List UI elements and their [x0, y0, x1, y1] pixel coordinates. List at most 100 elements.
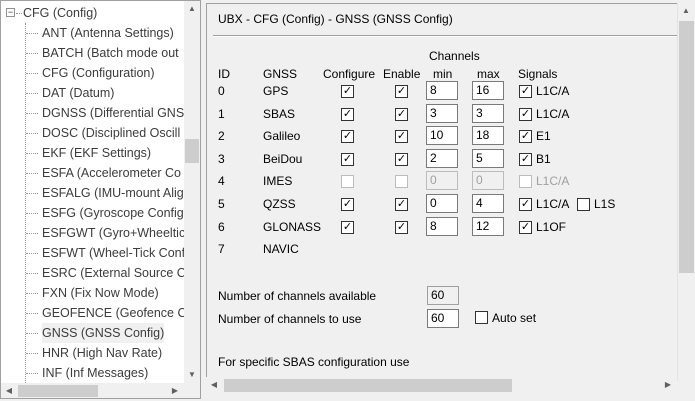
- tree-item-label: HNR (High Nav Rate): [42, 346, 163, 360]
- channels-max-field[interactable]: 4: [472, 194, 504, 213]
- tree-item-label: ESRC (External Source C: [42, 266, 186, 280]
- header-enable: Enable: [383, 67, 421, 81]
- row-gnss-name: Galileo: [263, 129, 301, 143]
- tree-vertical-scrollbar[interactable]: ▲ ▼: [184, 1, 200, 383]
- header-configure: Configure: [323, 67, 376, 81]
- message-tree[interactable]: − CFG (Config) ANT (Antenna Settings) BAT…: [0, 0, 201, 399]
- row-id: 7: [218, 242, 225, 256]
- tree-item-label: GEOFENCE (Geofence Co: [42, 306, 194, 320]
- configure-checkbox[interactable]: ✓: [341, 108, 354, 121]
- signal-checkbox[interactable]: ✓: [519, 153, 532, 166]
- signal-label: L1C/A: [536, 174, 570, 188]
- tree-item[interactable]: CFG (Configuration): [1, 63, 183, 83]
- tree-item[interactable]: HNR (High Nav Rate): [1, 343, 183, 363]
- scroll-left-arrow-icon[interactable]: ◀: [1, 383, 17, 398]
- channels-to-use-field[interactable]: 60: [427, 309, 459, 328]
- panel-hscroll-thumb[interactable]: [224, 379, 512, 392]
- signal-checkbox[interactable]: ✓: [519, 130, 532, 143]
- tree-horizontal-scrollbar[interactable]: ◀ ▶: [1, 383, 200, 398]
- signal-checkbox[interactable]: [577, 198, 590, 211]
- scroll-right-arrow-icon[interactable]: ▶: [660, 377, 676, 393]
- tree-item[interactable]: EKF (EKF Settings): [1, 143, 183, 163]
- tree-item-label: DOSC (Disciplined Oscill: [42, 126, 181, 140]
- tree-item-label: BATCH (Batch mode out: [42, 46, 179, 60]
- tree-collapse-icon[interactable]: −: [6, 8, 15, 17]
- scroll-left-arrow-icon[interactable]: ◀: [206, 377, 222, 393]
- configure-checkbox[interactable]: [341, 175, 354, 188]
- tree-item-label: DGNSS (Differential GNS: [42, 106, 185, 120]
- signal-checkbox[interactable]: [519, 175, 532, 188]
- tree-item[interactable]: FXN (Fix Now Mode): [1, 283, 183, 303]
- tree-hscroll-thumb[interactable]: [18, 385, 98, 397]
- tree-item[interactable]: ESRC (External Source C: [1, 263, 186, 283]
- enable-checkbox[interactable]: ✓: [395, 153, 408, 166]
- enable-checkbox[interactable]: ✓: [395, 221, 408, 234]
- tree-item[interactable]: ESFALG (IMU-mount Alig: [1, 183, 184, 203]
- configure-checkbox[interactable]: ✓: [341, 198, 354, 211]
- enable-checkbox[interactable]: [395, 175, 408, 188]
- tree-item-label: EKF (EKF Settings): [42, 146, 152, 160]
- channels-max-field[interactable]: 12: [472, 217, 504, 236]
- panel-scroll-thumb[interactable]: [679, 21, 694, 273]
- channels-min-field[interactable]: 8: [426, 81, 458, 100]
- channels-max-field[interactable]: 0: [472, 171, 504, 190]
- signal-label: L1OF: [536, 220, 567, 234]
- configure-checkbox[interactable]: ✓: [341, 85, 354, 98]
- configure-checkbox[interactable]: ✓: [341, 130, 354, 143]
- tree-item[interactable]: ESFG (Gyroscope Config: [1, 203, 184, 223]
- channels-max-field[interactable]: 16: [472, 81, 504, 100]
- header-min: min: [433, 67, 453, 81]
- tree-item[interactable]: ESFA (Accelerometer Co: [1, 163, 183, 183]
- tree-item[interactable]: ANT (Antenna Settings): [1, 23, 183, 43]
- channels-min-field[interactable]: 3: [426, 104, 458, 123]
- channels-min-field[interactable]: 8: [426, 217, 458, 236]
- tree-item-label: ESFWT (Wheel-Tick Conf: [42, 246, 186, 260]
- tree-root-cfg[interactable]: − CFG (Config): [1, 3, 183, 23]
- tree-item[interactable]: ESFWT (Wheel-Tick Conf: [1, 243, 186, 263]
- tree-item[interactable]: BATCH (Batch mode out: [1, 43, 183, 63]
- auto-set-checkbox[interactable]: [475, 311, 488, 324]
- title-divider: [213, 35, 677, 37]
- channels-min-field[interactable]: 10: [426, 126, 458, 145]
- auto-set-label: Auto set: [492, 311, 537, 325]
- configure-checkbox[interactable]: ✓: [341, 153, 354, 166]
- enable-checkbox[interactable]: ✓: [395, 108, 408, 121]
- scroll-up-arrow-icon[interactable]: ▲: [184, 1, 200, 17]
- row-gnss-name: NAVIC: [263, 242, 299, 256]
- scroll-up-arrow-icon[interactable]: ▲: [678, 3, 694, 19]
- tree-scroll-thumb[interactable]: [185, 139, 199, 163]
- panel-vertical-scrollbar[interactable]: ▲: [677, 3, 695, 381]
- tree-item[interactable]: ESFGWT (Gyro+Wheeltic: [1, 223, 185, 243]
- row-gnss-name: QZSS: [263, 197, 296, 211]
- scroll-down-arrow-icon[interactable]: ▼: [184, 367, 200, 383]
- channels-max-field[interactable]: 5: [472, 149, 504, 168]
- tree-item[interactable]: INF (Inf Messages): [1, 363, 183, 383]
- tree-item-label: FXN (Fix Now Mode): [42, 286, 159, 300]
- signal-checkbox[interactable]: ✓: [519, 198, 532, 211]
- row-id: 2: [218, 129, 225, 143]
- configure-checkbox[interactable]: ✓: [341, 221, 354, 234]
- channels-max-field[interactable]: 18: [472, 126, 504, 145]
- tree-item[interactable]: GNSS (GNSS Config): [1, 323, 183, 343]
- tree-item-label: ESFA (Accelerometer Co: [42, 166, 181, 180]
- panel-horizontal-scrollbar[interactable]: ◀ ▶: [206, 377, 677, 394]
- tree-item[interactable]: DOSC (Disciplined Oscill: [1, 123, 183, 143]
- enable-checkbox[interactable]: ✓: [395, 198, 408, 211]
- tree-item[interactable]: DGNSS (Differential GNS: [1, 103, 185, 123]
- tree-item[interactable]: DAT (Datum): [1, 83, 183, 103]
- enable-checkbox[interactable]: ✓: [395, 85, 408, 98]
- channels-min-field[interactable]: 2: [426, 149, 458, 168]
- channels-min-field[interactable]: 0: [426, 171, 458, 190]
- channels-min-field[interactable]: 0: [426, 194, 458, 213]
- signal-checkbox[interactable]: ✓: [519, 85, 532, 98]
- channels-max-field[interactable]: 3: [472, 104, 504, 123]
- signal-label: L1C/A: [536, 84, 570, 98]
- channels-available-label: Number of channels available: [218, 289, 377, 303]
- enable-checkbox[interactable]: ✓: [395, 130, 408, 143]
- scroll-right-arrow-icon[interactable]: ▶: [167, 383, 183, 398]
- signal-checkbox[interactable]: ✓: [519, 108, 532, 121]
- tree-item-label: CFG (Configuration): [42, 66, 155, 80]
- tree-item[interactable]: GEOFENCE (Geofence Co: [1, 303, 193, 323]
- header-channels: Channels: [429, 49, 480, 63]
- signal-checkbox[interactable]: ✓: [519, 221, 532, 234]
